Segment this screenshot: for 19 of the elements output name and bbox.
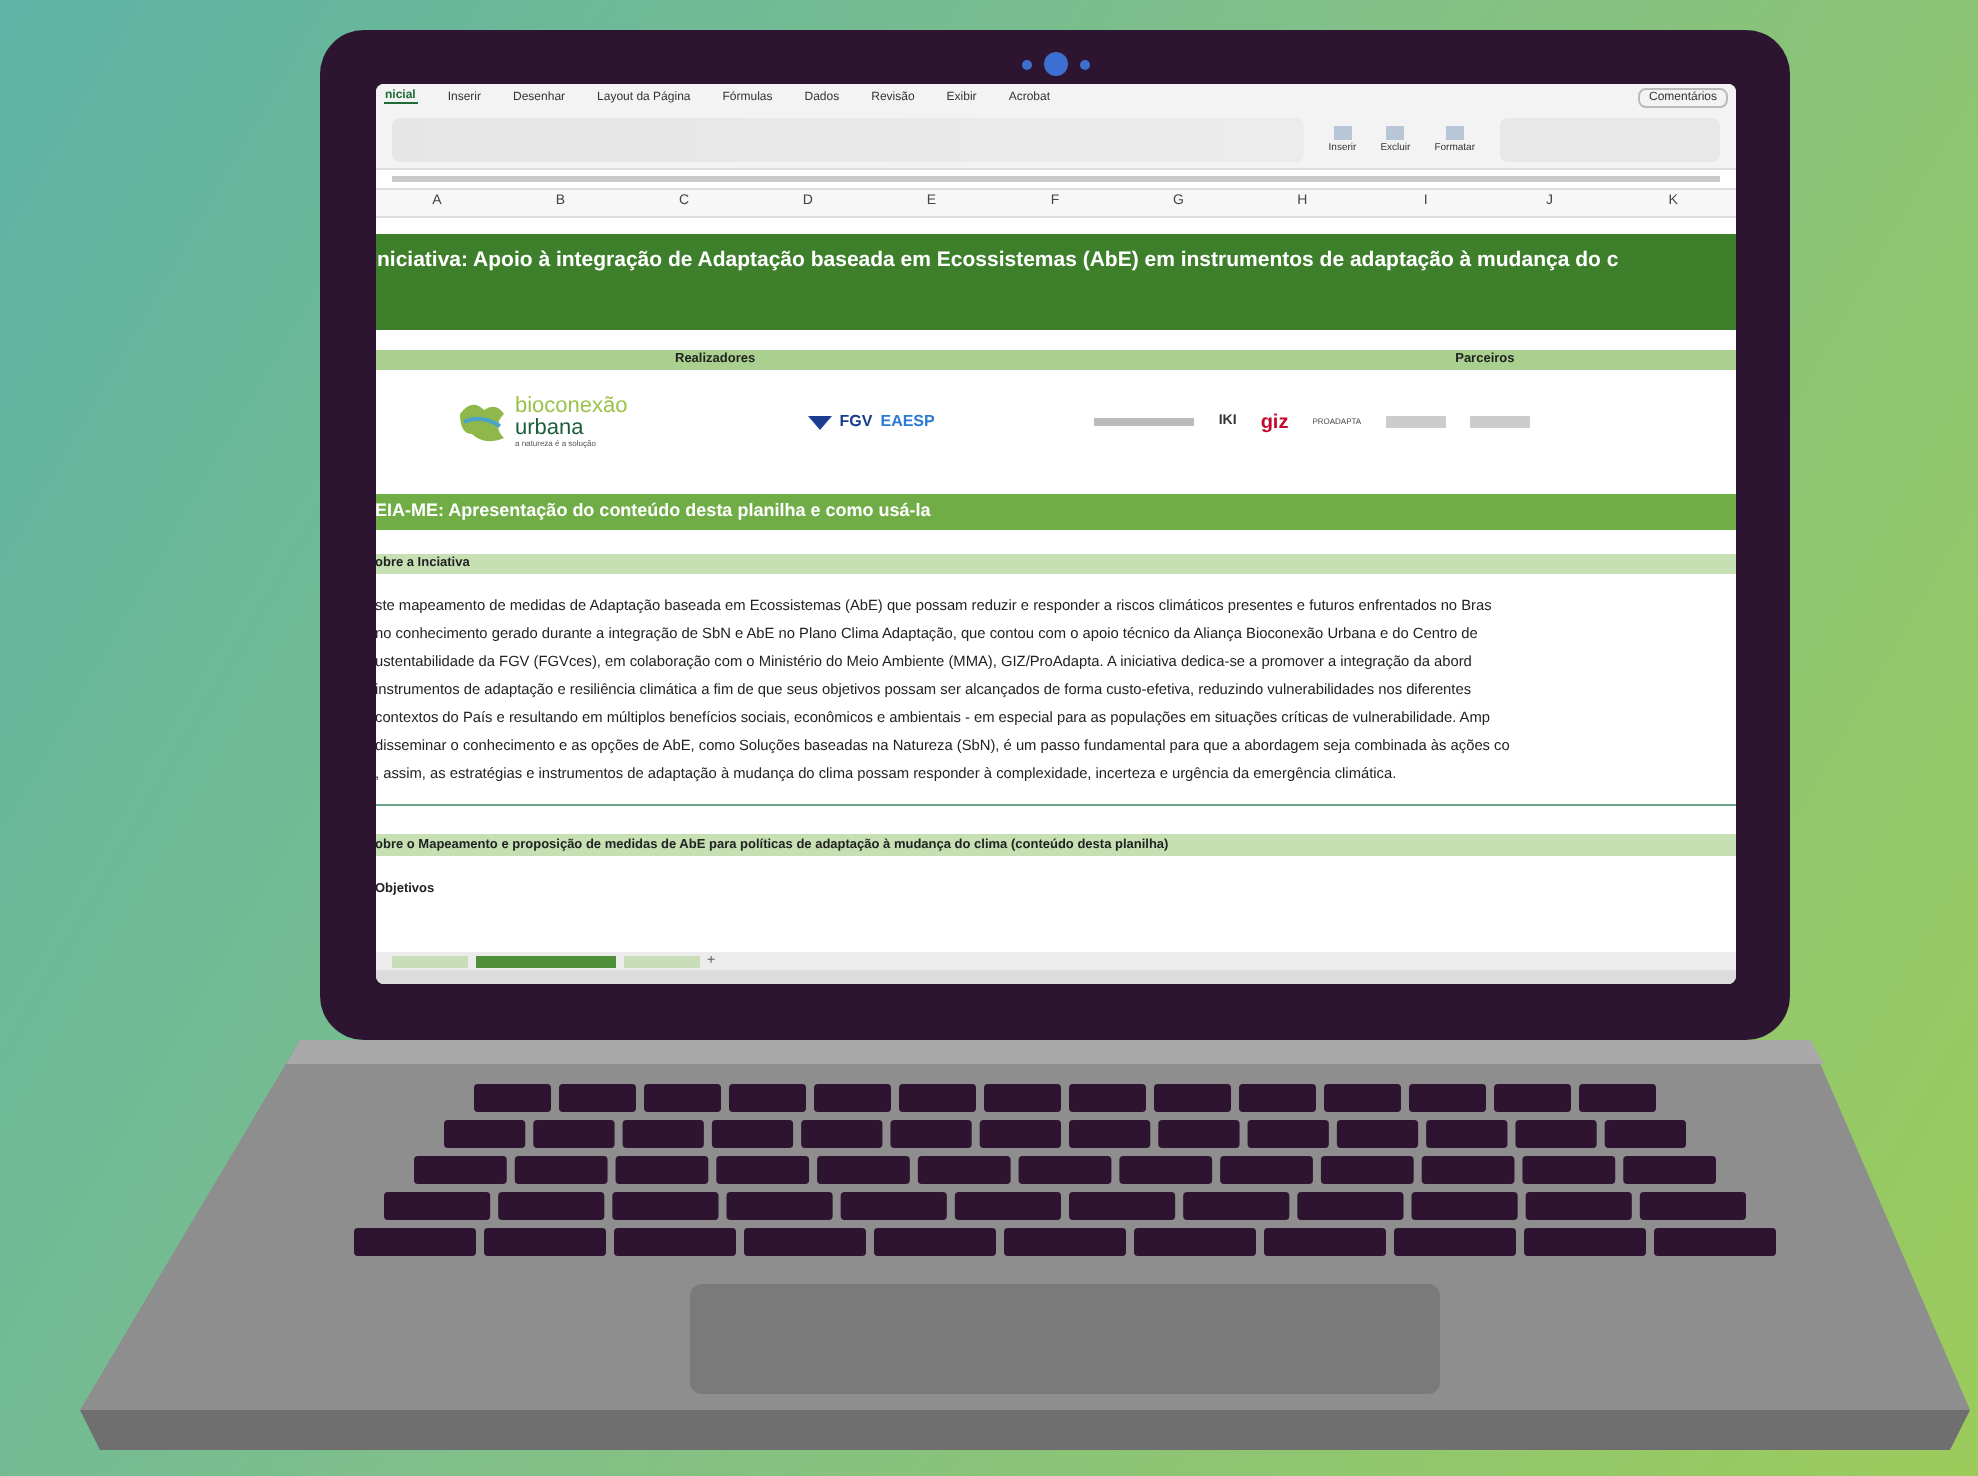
cell-icon (1333, 125, 1352, 139)
camera-icon (1021, 59, 1031, 69)
logo-text: bioconexão (515, 396, 628, 418)
cell-icon (1445, 125, 1464, 139)
fgv-logo-icon (807, 415, 832, 429)
sheet-tab[interactable] (475, 955, 615, 967)
partner-logo (1094, 418, 1195, 426)
formula-bar[interactable] (391, 176, 1719, 182)
partner-logo (1385, 416, 1446, 428)
camera-icon (1043, 52, 1067, 76)
title-banner: niciativa: Apoio à integração de Adaptação baseada em Ecossistemas (AbE) em instrumentos de adaptação à mudança do c (375, 234, 1735, 330)
section-banner: EIA-ME: Apresentação do conteúdo desta planilha e como usá-la (375, 494, 1735, 530)
logo-text: urbana (515, 418, 586, 440)
cell-icon (1386, 125, 1405, 139)
logo-text: FGV (839, 410, 873, 434)
partner-logo: giz (1260, 409, 1289, 437)
camera-icon (1079, 59, 1089, 69)
partner-logo (1469, 416, 1530, 428)
logo-text: EAESP (880, 410, 935, 434)
